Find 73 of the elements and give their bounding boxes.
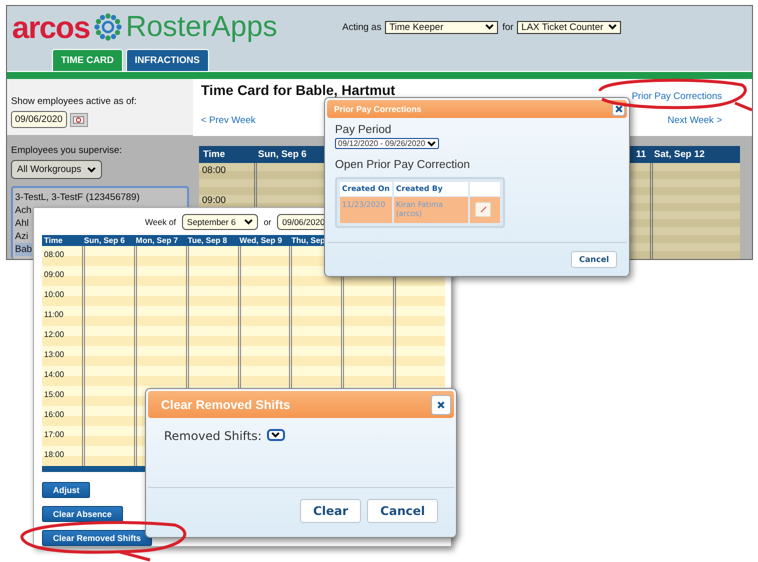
open-correction-label: Open Prior Pay Correction bbox=[335, 159, 471, 171]
chevron-icon bbox=[608, 24, 618, 30]
close-icon bbox=[437, 400, 445, 408]
column-header: Sun, Sep 6 bbox=[254, 146, 324, 163]
role-select[interactable]: Time Keeper bbox=[385, 20, 498, 34]
column-header: Wed, Sep 9 bbox=[238, 235, 290, 246]
active-date-label: Show employees active as of: bbox=[11, 96, 138, 107]
week-select[interactable]: September 6 bbox=[182, 214, 258, 230]
acting-as-label: Acting as bbox=[342, 22, 382, 32]
nav-tab[interactable]: TIME CARD bbox=[52, 49, 123, 71]
date-field[interactable]: 09/06/2020 bbox=[11, 111, 67, 128]
or-label: or bbox=[264, 216, 272, 227]
employee-item[interactable]: Ach bbox=[15, 204, 32, 217]
hour-label: 09:00 bbox=[44, 270, 64, 280]
action-button[interactable]: Adjust bbox=[42, 482, 90, 498]
logo-wordmark: arcos bbox=[12, 12, 90, 42]
next-week-link[interactable]: Next Week > bbox=[668, 115, 722, 126]
column-header: Time bbox=[199, 146, 254, 163]
employee-item[interactable]: Azi bbox=[15, 230, 28, 243]
close-icon bbox=[614, 105, 622, 113]
close-button[interactable] bbox=[431, 394, 451, 414]
column-header: Tue, Sep 8 bbox=[186, 235, 238, 246]
hour-label: 08:00 bbox=[44, 250, 64, 260]
hour-label: 09:00 bbox=[202, 195, 226, 206]
employee-item[interactable]: Bab bbox=[15, 243, 32, 256]
supervise-label: Employees you supervise: bbox=[11, 145, 123, 156]
column-header: Time bbox=[42, 235, 82, 246]
pay-period-select[interactable]: 09/12/2020 - 09/26/2020 bbox=[335, 138, 440, 149]
hour-label: 15:00 bbox=[44, 390, 64, 400]
product-name: RosterApps bbox=[126, 12, 278, 42]
action-button[interactable]: Clear Absence bbox=[42, 506, 123, 522]
dialog-button[interactable]: Clear bbox=[300, 499, 362, 523]
date-picker-button[interactable] bbox=[70, 112, 88, 126]
removed-shifts-label: Removed Shifts: bbox=[164, 429, 262, 443]
pay-period-label: Pay Period bbox=[335, 124, 392, 136]
dialog-title: Clear Removed Shifts bbox=[161, 398, 290, 412]
chevron-icon bbox=[271, 432, 280, 438]
pencil-icon bbox=[480, 206, 486, 213]
edit-button[interactable] bbox=[475, 202, 491, 217]
calendar-icon bbox=[73, 116, 84, 124]
chevron-icon bbox=[427, 140, 436, 146]
time-card-title: Time Card for Bable, Hartmut bbox=[201, 83, 396, 98]
hour-label: 18:00 bbox=[44, 450, 64, 460]
chevron-icon bbox=[244, 218, 253, 225]
employee-item[interactable]: Ahl bbox=[15, 217, 29, 230]
column-header: Sat, Sep 12 bbox=[650, 146, 740, 163]
employee-item[interactable]: 3-TestL, 3-TestF (123456789) bbox=[15, 191, 140, 204]
dialog-button[interactable]: Cancel bbox=[367, 499, 438, 523]
table-header bbox=[470, 182, 500, 196]
hour-label: 16:00 bbox=[44, 410, 64, 420]
hour-label: 14:00 bbox=[44, 370, 64, 380]
for-label: for bbox=[502, 22, 514, 32]
hour-label: 13:00 bbox=[44, 350, 64, 360]
hour-label: 12:00 bbox=[44, 330, 64, 340]
nav-tab[interactable]: INFRACTIONS bbox=[126, 49, 209, 71]
dialog-title: Prior Pay Corrections bbox=[334, 104, 422, 114]
hour-label: 17:00 bbox=[44, 430, 64, 440]
column-header: Mon, Sep 7 bbox=[134, 235, 186, 246]
prev-week-link[interactable]: < Prev Week bbox=[201, 115, 256, 126]
week-of-label: Week of bbox=[145, 216, 176, 227]
removed-shifts-select[interactable] bbox=[266, 429, 285, 441]
hour-label: 10:00 bbox=[44, 290, 64, 300]
prior-pay-link[interactable]: Prior Pay Corrections bbox=[632, 91, 722, 102]
dot-ring-icon bbox=[92, 12, 123, 42]
column-header: Sun, Sep 6 bbox=[82, 235, 134, 246]
location-select[interactable]: LAX Ticket Counter bbox=[517, 20, 622, 34]
action-button[interactable]: Clear Removed Shifts bbox=[42, 530, 152, 546]
workgroup-select[interactable]: All Workgroups bbox=[11, 160, 102, 179]
chevron-icon bbox=[87, 166, 96, 172]
hour-label: 08:00 bbox=[202, 165, 226, 176]
chevron-icon bbox=[485, 24, 494, 30]
hour-label: 11:00 bbox=[44, 310, 64, 320]
cancel-button[interactable]: Cancel bbox=[571, 251, 617, 268]
